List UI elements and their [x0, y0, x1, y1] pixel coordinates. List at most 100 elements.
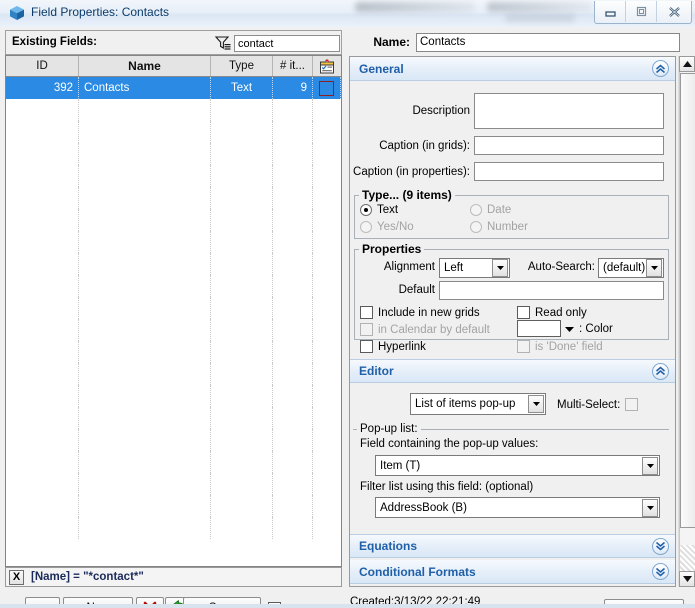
grid-empty-cell [211, 275, 273, 297]
grid-empty-cell [211, 319, 273, 341]
grid-empty-row[interactable] [6, 407, 341, 429]
caption-grids-input[interactable] [474, 136, 664, 155]
filter-field-combo[interactable]: AddressBook (B) [375, 497, 660, 518]
field-values-combo[interactable]: Item (T) [375, 455, 660, 476]
checkbox-read-only[interactable]: Read only [517, 306, 587, 319]
radio-text-icon[interactable] [360, 204, 372, 216]
grid-empty-cell [6, 275, 79, 297]
grid-empty-cell [79, 473, 211, 495]
grid-empty-row[interactable] [6, 165, 341, 187]
maximize-button[interactable] [626, 1, 657, 22]
grid-empty-row[interactable] [6, 209, 341, 231]
grid-empty-row[interactable] [6, 517, 341, 539]
chevron-down-icon[interactable] [646, 259, 662, 277]
scroll-down-arrow-icon[interactable] [679, 571, 695, 587]
grid-empty-row[interactable] [6, 363, 341, 385]
funnel-filter-icon[interactable] [214, 35, 232, 51]
default-input[interactable] [439, 281, 664, 300]
section-header-conditional-formats[interactable]: Conditional Formats [350, 560, 675, 584]
include-in-new-grids-checkbox[interactable] [360, 306, 373, 319]
chevron-down-icon[interactable] [565, 323, 574, 335]
name-input[interactable] [416, 32, 680, 52]
existing-fields-grid[interactable]: ID Name Type # it... 392 Contacts Text 9 [5, 55, 342, 567]
double-chevron-down-icon[interactable] [652, 563, 669, 580]
grid-empty-row[interactable] [6, 341, 341, 363]
radio-option-text[interactable]: Text [360, 204, 398, 216]
grid-empty-row[interactable] [6, 121, 341, 143]
in-calendar-by-default-checkbox [360, 323, 373, 336]
window-bottom-edge [0, 604, 695, 608]
section-header-equations[interactable]: Equations [350, 534, 675, 558]
color-picker[interactable]: : Color [517, 320, 613, 337]
grid-empty-cell [211, 429, 273, 451]
properties-scrollbar[interactable] [678, 56, 695, 587]
alignment-combo[interactable]: Left [439, 258, 510, 278]
grid-empty-row[interactable] [6, 451, 341, 473]
grid-empty-row[interactable] [6, 297, 341, 319]
radio-yesno-icon [360, 221, 372, 233]
grid-empty-cell [6, 187, 79, 209]
field-values-value: Item (T) [380, 459, 421, 472]
column-header-id[interactable]: ID [6, 56, 79, 76]
grid-empty-cell [6, 231, 79, 253]
clear-filter-button[interactable]: X [9, 569, 24, 585]
read-only-checkbox[interactable] [517, 306, 530, 319]
properties-group: Properties Alignment Left Auto-Search: (… [354, 242, 669, 353]
radio-number-label: Number [487, 221, 528, 233]
grid-empty-cell [273, 99, 313, 121]
editor-type-combo[interactable]: List of items pop-up [410, 393, 546, 415]
flag-checkbox[interactable] [319, 80, 334, 96]
section-header-general[interactable]: General [350, 57, 675, 81]
grid-empty-row[interactable] [6, 143, 341, 165]
caption-properties-input[interactable] [474, 162, 664, 181]
section-header-editor[interactable]: Editor [350, 359, 675, 383]
table-row[interactable]: 392 Contacts Text 9 [6, 77, 341, 99]
chevron-down-icon[interactable] [492, 259, 508, 277]
grid-empty-row[interactable] [6, 473, 341, 495]
multiselect-label: Multi-Select: [557, 398, 621, 411]
checkbox-hyperlink[interactable]: Hyperlink [360, 340, 426, 353]
chevron-down-icon[interactable] [642, 456, 658, 475]
grid-empty-row[interactable] [6, 385, 341, 407]
grid-empty-row[interactable] [6, 429, 341, 451]
grid-empty-row[interactable] [6, 253, 341, 275]
column-header-name[interactable]: Name [79, 56, 211, 76]
cell-flag[interactable] [313, 77, 341, 99]
double-chevron-up-icon[interactable] [652, 362, 669, 380]
description-input[interactable] [474, 93, 664, 129]
close-button[interactable] [657, 1, 691, 22]
grid-empty-row[interactable] [6, 187, 341, 209]
checklist-icon[interactable] [313, 56, 341, 76]
grid-empty-cell [211, 495, 273, 517]
chevron-down-icon[interactable] [642, 498, 658, 517]
section-title-equations: Equations [359, 539, 418, 553]
autosearch-label: Auto-Search: [527, 261, 595, 273]
grid-empty-cell [313, 407, 341, 429]
grid-empty-row[interactable] [6, 231, 341, 253]
grid-empty-row[interactable] [6, 99, 341, 121]
grid-empty-row[interactable] [6, 319, 341, 341]
section-title-general: General [359, 61, 404, 76]
column-header-items[interactable]: # it... [273, 56, 313, 76]
hyperlink-label: Hyperlink [378, 340, 426, 353]
minimize-button[interactable] [595, 1, 626, 22]
column-header-type[interactable]: Type [211, 56, 273, 76]
radio-option-yesno: Yes/No [360, 221, 414, 233]
hyperlink-checkbox[interactable] [360, 340, 373, 353]
radio-date-label: Date [487, 204, 512, 216]
chevron-down-icon[interactable] [528, 395, 544, 413]
field-search-input[interactable] [234, 35, 340, 52]
autosearch-combo[interactable]: (default) [598, 258, 664, 278]
color-swatch[interactable] [517, 320, 561, 337]
scrollbar-thumb[interactable] [680, 73, 695, 528]
grid-empty-row[interactable] [6, 275, 341, 297]
background-blur-lower [505, 14, 575, 22]
double-chevron-down-icon[interactable] [652, 537, 669, 555]
scrollbar-track[interactable] [679, 72, 695, 571]
scroll-up-arrow-icon[interactable] [679, 56, 695, 72]
grid-empty-cell [273, 253, 313, 275]
grid-empty-row[interactable] [6, 495, 341, 517]
checkbox-include-in-new-grids[interactable]: Include in new grids [360, 306, 480, 319]
grid-empty-cell [211, 517, 273, 539]
double-chevron-up-icon[interactable] [652, 60, 669, 77]
